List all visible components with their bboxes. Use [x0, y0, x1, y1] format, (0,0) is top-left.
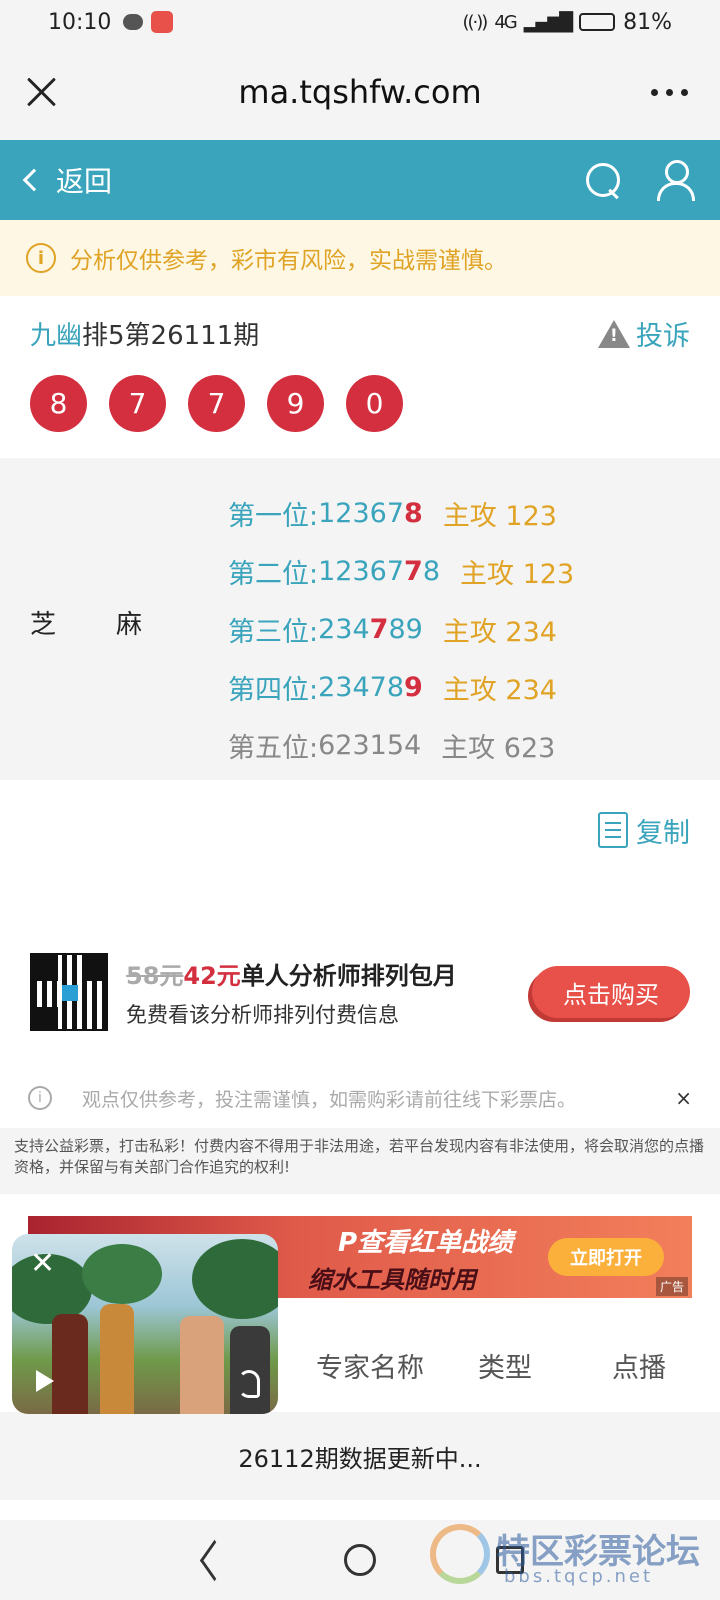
status-time: 10:10	[48, 9, 112, 35]
warning-icon	[598, 319, 630, 348]
position-label: 第二位:	[228, 558, 319, 590]
result-ball: 0	[346, 375, 403, 432]
battery-percent: 81%	[623, 9, 672, 35]
copy-label: 复制	[636, 817, 690, 849]
notification-icons	[123, 11, 174, 33]
main-attack: 主攻 234	[442, 616, 557, 648]
nav-back-icon[interactable]	[196, 1544, 224, 1576]
forecast-row: 第四位: 23478 9 主攻 234	[228, 658, 574, 716]
play-icon[interactable]	[36, 1370, 54, 1392]
analyst-name-link[interactable]: 九幽	[30, 321, 82, 351]
wifi-icon: ((·))	[462, 11, 489, 33]
copy-button[interactable]: 复制	[0, 780, 720, 880]
draw-issue: 排5第26111期	[82, 321, 260, 351]
status-right: ((·)) 4G ▂▄▆█ 81%	[463, 10, 673, 35]
main-attack: 主攻 234	[442, 674, 557, 706]
draw-title: 九幽排5第26111期	[30, 315, 259, 352]
close-disclaimer-icon[interactable]: ×	[675, 1086, 692, 1110]
forecast-row: 第二位: 12367 7 8 主攻 123	[228, 542, 574, 600]
digits: 623154	[318, 729, 422, 761]
network-type: 4G	[494, 11, 517, 33]
forecast-panel: 芝麻 第一位: 12367 8 主攻 123 第二位: 12367 7 8 主攻 12…	[0, 458, 720, 780]
battery-icon	[579, 13, 616, 31]
result-ball: 7	[188, 375, 245, 432]
ad-line1: P查看红单战绩	[338, 1228, 514, 1258]
forecast-label: 芝麻	[30, 604, 202, 641]
subscription-promo: 58元42元单人分析师排列包月 免费看该分析师排列付费信息 点击购买	[0, 940, 720, 1044]
hit-digit: 7	[369, 613, 389, 645]
main-attack: 主攻 123	[442, 500, 557, 532]
result-ball: 8	[30, 375, 87, 432]
ad-open-button[interactable]: 立即打开	[548, 1238, 664, 1276]
chevron-left-icon	[22, 168, 46, 192]
system-nav-bar	[0, 1520, 720, 1600]
promo-title-text: 单人分析师排列包月	[240, 961, 457, 990]
disclaimer-bar: i 观点仅供参考，投注需谨慎，如需购彩请前往线下彩票店。 ×	[0, 1070, 720, 1126]
promo-title: 58元42元单人分析师排列包月	[126, 956, 457, 991]
digits: 12367	[318, 497, 405, 529]
forecast-row: 第三位: 234 7 89 主攻 234	[228, 600, 574, 658]
complain-button[interactable]: 投诉	[598, 314, 690, 353]
signal-icon: ▂▄▆█	[523, 11, 573, 33]
risk-notice: i 分析仅供参考，彩市有风险，实战需谨慎。	[0, 220, 720, 296]
info-icon: i	[26, 243, 56, 273]
result-ball: 9	[267, 375, 324, 432]
hit-digit: 7	[404, 555, 423, 587]
update-status: 26112期数据更新中...	[0, 1412, 720, 1500]
complain-label: 投诉	[636, 321, 690, 352]
browser-bar: ma.tqshfw.com	[0, 44, 720, 140]
hit-digit: 9	[404, 671, 423, 703]
notice-text: 分析仅供参考，彩市有风险，实战需谨慎。	[70, 248, 507, 274]
digits: 89	[388, 613, 423, 645]
wechat-icon	[123, 14, 144, 30]
back-button[interactable]: 返回	[22, 160, 113, 200]
main-attack: 主攻 123	[460, 558, 575, 590]
new-price: 42元	[183, 961, 241, 990]
forecast-label-left: 芝	[30, 610, 59, 640]
position-label: 第五位:	[228, 732, 319, 764]
copy-icon	[598, 812, 628, 848]
result-ball: 7	[109, 375, 166, 432]
nav-home-icon[interactable]	[344, 1544, 376, 1576]
forecast-row: 第一位: 12367 8 主攻 123	[228, 484, 574, 542]
result-balls: 8 7 7 9 0	[30, 375, 690, 432]
info-icon: i	[28, 1086, 52, 1110]
column-on-demand: 点播	[612, 1352, 666, 1384]
user-icon[interactable]	[656, 160, 695, 201]
position-label: 第一位:	[228, 500, 319, 532]
digits: 23478	[318, 671, 405, 703]
main-attack: 主攻 623	[441, 732, 556, 764]
qr-code-icon	[30, 953, 108, 1031]
digits: 12367	[318, 555, 405, 587]
legal-text: 支持公益彩票，打击私彩！付费内容不得用于非法用途，若平台发现内容有非法使用，将会…	[0, 1128, 720, 1194]
position-label: 第四位:	[228, 674, 319, 706]
more-options-icon[interactable]	[651, 88, 700, 96]
floating-video[interactable]: ✕	[12, 1234, 278, 1414]
position-label: 第三位:	[228, 616, 319, 648]
forecast-row: 第五位: 623154 主攻 623	[228, 716, 574, 774]
site-header: 返回	[0, 140, 720, 220]
hit-digit: 8	[404, 497, 423, 529]
buy-button[interactable]: 点击购买	[532, 966, 690, 1018]
old-price: 58元	[126, 961, 184, 990]
status-bar: 10:10 ((·)) 4G ▂▄▆█ 81%	[0, 0, 720, 44]
search-icon[interactable]	[584, 161, 622, 199]
digits: 234	[318, 613, 370, 645]
video-close-icon[interactable]: ✕	[30, 1246, 55, 1281]
column-type: 类型	[478, 1352, 532, 1384]
digits: 8	[422, 555, 440, 587]
ad-line2: 缩水工具随时用	[308, 1266, 476, 1294]
app-notification-icon	[151, 11, 174, 33]
forecast-label-right: 麻	[116, 610, 145, 640]
promo-subtitle: 免费看该分析师排列付费信息	[126, 1002, 399, 1027]
nav-recent-icon[interactable]	[496, 1546, 524, 1574]
column-expert-name: 专家名称	[316, 1352, 424, 1384]
disclaimer-text: 观点仅供参考，投注需谨慎，如需购彩请前往线下彩票店。	[82, 1088, 577, 1111]
url-label: ma.tqshfw.com	[238, 73, 482, 111]
back-label: 返回	[56, 165, 113, 198]
draw-section: 九幽排5第26111期 投诉 8 7 7 9 0	[0, 296, 720, 458]
audio-icon[interactable]	[238, 1370, 260, 1398]
ad-tag: 广告	[655, 1277, 688, 1296]
